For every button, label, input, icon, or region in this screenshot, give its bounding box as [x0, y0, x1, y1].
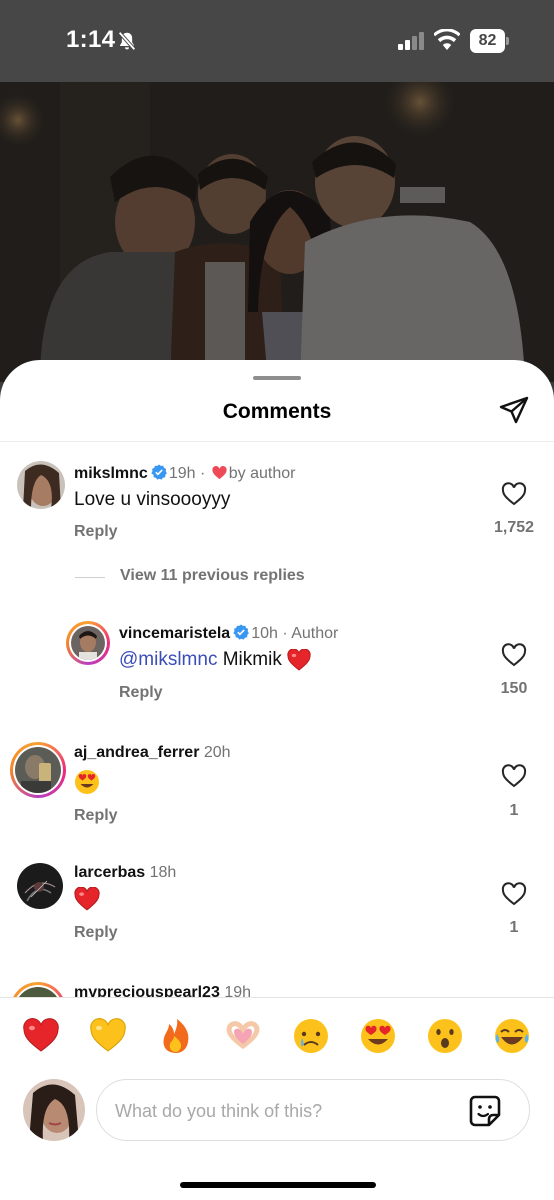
avatar-story-ring[interactable] [10, 742, 66, 798]
comment-meta: 19h [224, 984, 252, 997]
comment-text: Love u vinsoooyyy [74, 489, 231, 510]
battery-level: 82 [470, 29, 505, 53]
comment-composer [0, 1078, 554, 1144]
mention-link[interactable]: @mikslmnc [119, 649, 217, 670]
heart-eyes-reaction-icon[interactable] [358, 1016, 398, 1056]
like-count: 150 [500, 680, 528, 697]
like-count: 1,752 [493, 519, 535, 536]
username-text[interactable]: mypreciouspearl23 [74, 984, 220, 997]
heart-reaction-icon[interactable] [21, 1016, 61, 1056]
comment-input-pill[interactable] [96, 1079, 530, 1141]
avatar-image [17, 863, 63, 909]
comment-username[interactable]: aj_andrea_ferrer 20h [74, 744, 231, 762]
like-count: 1 [509, 802, 519, 819]
comment-username[interactable]: mypreciouspearl23 19h [74, 984, 251, 997]
red-heart-emoji-icon [74, 887, 100, 911]
avatar-image [71, 626, 105, 660]
verified-badge-icon [151, 464, 167, 480]
like-count: 1 [509, 919, 519, 936]
comment-meta: 19h · [168, 465, 210, 482]
share-send-icon[interactable] [498, 394, 530, 426]
avatar[interactable] [17, 863, 63, 909]
battery-nub [506, 37, 509, 45]
post-photo-image [0, 82, 554, 382]
comments-sheet: Comments mikslmnc 19h · by author Love u … [0, 360, 554, 1200]
view-replies-line [75, 577, 105, 578]
avatar-story-ring[interactable] [10, 982, 66, 997]
like-heart-icon[interactable] [501, 482, 527, 506]
laughing-reaction-icon[interactable] [492, 1016, 532, 1056]
like-heart-icon[interactable] [501, 882, 527, 906]
battery-indicator: 82 [470, 29, 510, 53]
username-text[interactable]: aj_andrea_ferrer [74, 744, 199, 761]
fire-reaction-icon[interactable] [156, 1016, 196, 1056]
yellow-heart-reaction-icon[interactable] [88, 1016, 128, 1056]
verified-badge-icon [233, 624, 250, 640]
comment-username[interactable]: vincemaristela 10h · Author [119, 624, 338, 643]
avatar[interactable] [17, 461, 65, 509]
heart-eyes-emoji-icon [75, 770, 99, 794]
sticker-icon[interactable] [467, 1093, 503, 1129]
quick-reactions-bar [0, 1016, 554, 1060]
sheet-title: Comments [222, 400, 332, 423]
comment-text [74, 769, 100, 795]
status-time: 1:14 [66, 26, 116, 53]
crying-reaction-icon[interactable] [291, 1016, 331, 1056]
comments-list[interactable]: mikslmnc 19h · by author Love u vinsoooyy… [0, 442, 554, 997]
reply-button[interactable]: Reply [119, 684, 163, 702]
comment-username[interactable]: larcerbas 18h [74, 864, 176, 882]
avatar-story-ring[interactable] [66, 621, 110, 665]
bell-off-icon [118, 31, 136, 51]
like-heart-icon[interactable] [501, 643, 527, 667]
username-text[interactable]: mikslmnc [74, 465, 148, 482]
comment-meta: 20h [203, 744, 231, 761]
heart-filled-icon [212, 466, 227, 480]
comment-text [74, 887, 100, 911]
cellular-signal-icon [398, 32, 424, 50]
username-text[interactable]: vincemaristela [119, 625, 230, 642]
comment-meta: 10h · Author [251, 625, 339, 642]
home-indicator[interactable] [180, 1182, 376, 1188]
current-user-avatar-image [23, 1079, 85, 1141]
sheet-grabber[interactable] [253, 376, 301, 380]
like-heart-icon[interactable] [501, 764, 527, 788]
heart-hands-reaction-icon[interactable] [223, 1016, 263, 1056]
reply-button[interactable]: Reply [74, 807, 118, 825]
avatar-image [15, 747, 61, 793]
comment-text: @mikslmnc Mikmik [119, 649, 311, 671]
red-heart-emoji-icon [287, 649, 311, 671]
wifi-icon [434, 29, 460, 50]
avatar[interactable] [15, 987, 61, 997]
comment-username[interactable]: mikslmnc 19h · by author [74, 464, 295, 483]
reply-button[interactable]: Reply [74, 523, 118, 541]
avatar-image [17, 461, 65, 509]
surprised-reaction-icon[interactable] [425, 1016, 465, 1056]
avatar[interactable] [71, 626, 105, 660]
comment-input[interactable] [115, 1098, 455, 1124]
current-user-avatar [23, 1079, 85, 1141]
liked-by-author: by author [228, 465, 296, 482]
comment-text-body: Mikmik [217, 649, 288, 671]
composer-divider [0, 997, 554, 998]
reply-button[interactable]: Reply [74, 924, 118, 942]
username-text[interactable]: larcerbas [74, 864, 145, 881]
post-photo [0, 82, 554, 382]
avatar[interactable] [15, 747, 61, 793]
view-previous-replies[interactable]: View 11 previous replies [120, 567, 305, 585]
comment-meta: 18h [149, 864, 177, 881]
status-bar: 1:14 82 [0, 0, 554, 82]
avatar-image [15, 987, 61, 997]
